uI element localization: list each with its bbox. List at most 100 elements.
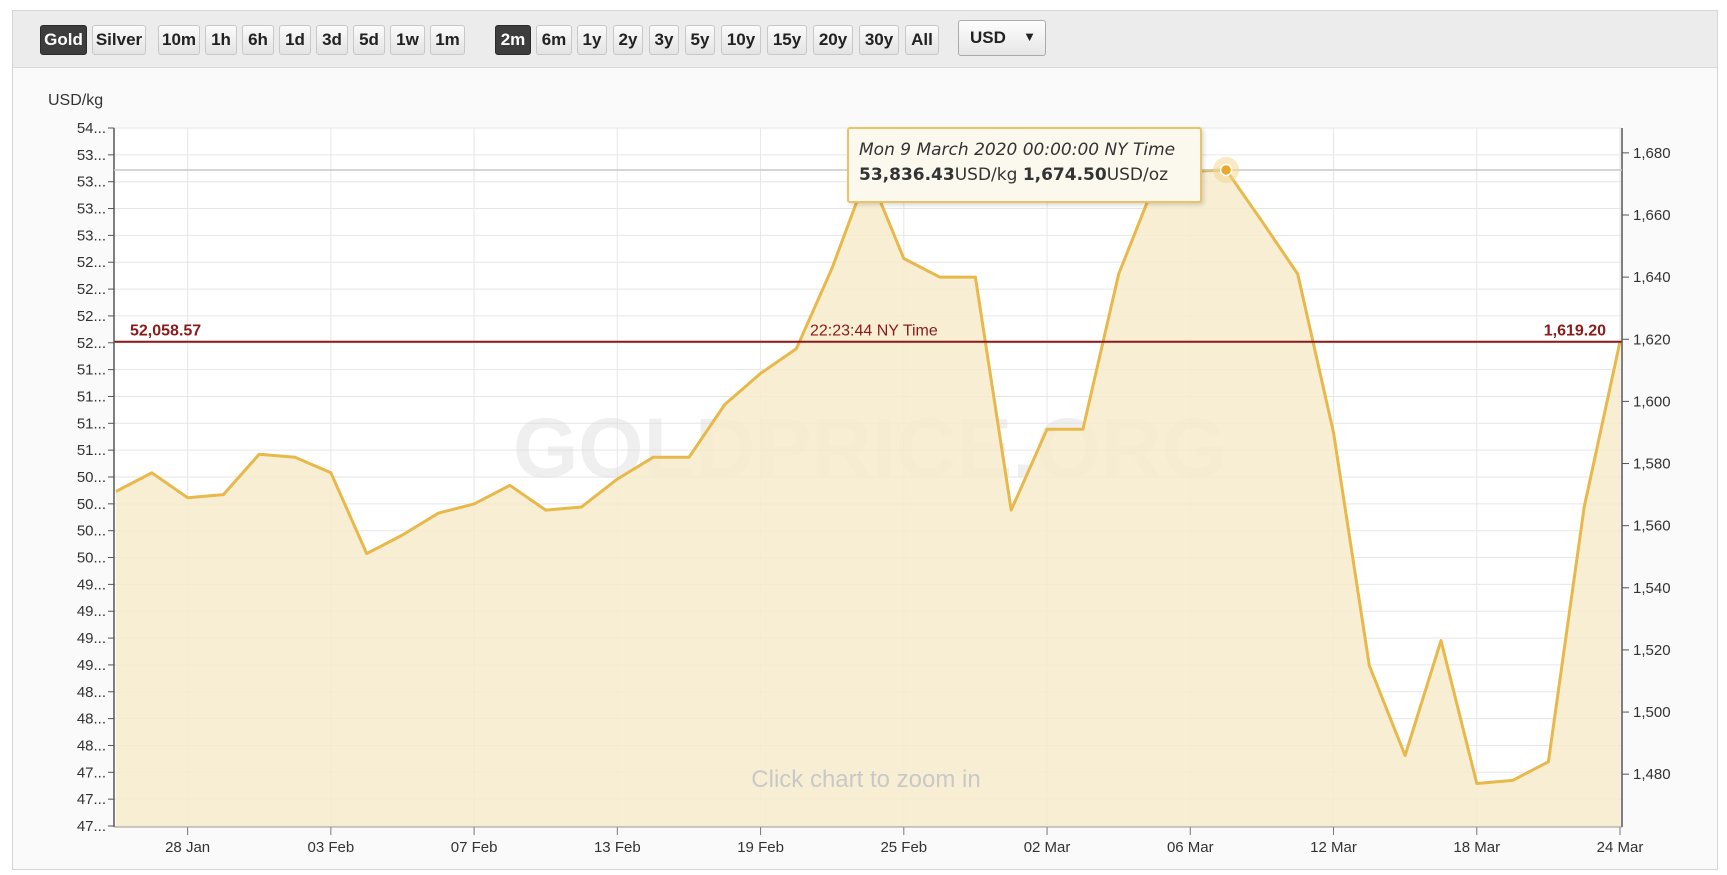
left-tick-label: 47... xyxy=(77,818,106,835)
left-tick-label: 47... xyxy=(77,791,106,808)
x-tick-label: 07 Feb xyxy=(451,839,498,856)
right-tick-label: 1,680 xyxy=(1633,145,1671,162)
x-tick-label: 28 Jan xyxy=(165,839,210,856)
left-tick-label: 49... xyxy=(77,657,106,674)
left-tick-label: 50... xyxy=(77,550,106,567)
left-tick-label: 49... xyxy=(77,603,106,620)
left-tick-label: 53... xyxy=(77,201,106,218)
left-tick-label: 47... xyxy=(77,764,106,781)
data-point xyxy=(1546,760,1550,764)
data-point xyxy=(902,256,906,260)
left-tick-label: 50... xyxy=(77,523,106,540)
x-tick-label: 24 Mar xyxy=(1597,839,1644,856)
x-axis: 28 Jan 03 Feb 07 Feb 13 Feb 19 Feb 25 Feb 02 M… xyxy=(165,827,1643,856)
data-point xyxy=(1009,508,1013,512)
tooltip-kg-value: 53,836.43 xyxy=(859,165,955,185)
data-point xyxy=(544,508,548,512)
x-tick-label: 03 Feb xyxy=(308,839,355,856)
x-tick-label: 19 Feb xyxy=(737,839,784,856)
x-tick-label: 25 Feb xyxy=(880,839,927,856)
data-point xyxy=(257,452,261,456)
data-point xyxy=(615,477,619,481)
data-point xyxy=(687,455,691,459)
data-point xyxy=(221,493,225,497)
data-point xyxy=(1117,272,1121,276)
right-tick-label: 1,480 xyxy=(1633,766,1671,783)
data-point xyxy=(973,275,977,279)
x-tick-label: 18 Mar xyxy=(1453,839,1500,856)
left-tick-label: 48... xyxy=(77,711,106,728)
right-axis: 1,680 1,660 1,640 1,620 1,600 1,580 1,560 1,540… xyxy=(1622,145,1671,783)
left-tick-label: 52... xyxy=(77,254,106,271)
right-tick-label: 1,620 xyxy=(1633,331,1671,348)
x-tick-label: 12 Mar xyxy=(1310,839,1357,856)
data-point xyxy=(794,347,798,351)
data-point xyxy=(472,502,476,506)
data-point xyxy=(365,552,369,556)
data-point xyxy=(938,275,942,279)
tooltip-values: 53,836.43USD/kg 1,674.50USD/oz xyxy=(859,165,1168,185)
right-tick-label: 1,520 xyxy=(1633,642,1671,659)
data-point xyxy=(1045,427,1049,431)
data-point xyxy=(1260,219,1264,223)
tooltip-oz-value: 1,674.50 xyxy=(1022,165,1107,185)
left-tick-label: 49... xyxy=(77,576,106,593)
right-tick-label: 1,540 xyxy=(1633,580,1671,597)
data-point xyxy=(1439,639,1443,643)
left-tick-label: 52... xyxy=(77,308,106,325)
tooltip-date: Mon 9 March 2020 00:00:00 NY Time xyxy=(859,140,1176,160)
x-tick-label: 06 Mar xyxy=(1167,839,1214,856)
right-tick-label: 1,500 xyxy=(1633,704,1671,721)
right-tick-label: 1,660 xyxy=(1633,207,1671,224)
left-tick-label: 52... xyxy=(77,281,106,298)
left-axis: 54... 53... 53... 53... 53... 52... 52... 52...… xyxy=(77,120,114,835)
left-axis-unit: USD/kg xyxy=(48,92,103,109)
left-tick-label: 53... xyxy=(77,147,106,164)
x-tick-label: 02 Mar xyxy=(1024,839,1071,856)
current-price-oz-label: 1,619.20 xyxy=(1544,323,1606,340)
current-time-label: 22:23:44 NY Time xyxy=(810,323,938,340)
left-tick-label: 51... xyxy=(77,362,106,379)
right-tick-label: 1,600 xyxy=(1633,393,1671,410)
left-tick-label: 53... xyxy=(77,227,106,244)
left-tick-label: 49... xyxy=(77,630,106,647)
price-tooltip: Mon 9 March 2020 00:00:00 NY Time 53,836… xyxy=(847,127,1202,203)
left-tick-label: 48... xyxy=(77,737,106,754)
left-tick-label: 53... xyxy=(77,174,106,191)
x-tick-label: 13 Feb xyxy=(594,839,641,856)
right-tick-label: 1,560 xyxy=(1633,518,1671,535)
data-point xyxy=(1296,272,1300,276)
left-tick-label: 48... xyxy=(77,684,106,701)
data-point xyxy=(508,483,512,487)
data-point xyxy=(1367,663,1371,667)
data-point xyxy=(580,505,584,509)
data-point xyxy=(1332,430,1336,434)
data-point xyxy=(723,402,727,406)
data-point xyxy=(1475,782,1479,786)
data-point xyxy=(186,496,190,500)
left-tick-label: 51... xyxy=(77,442,106,459)
data-point xyxy=(293,455,297,459)
data-point xyxy=(759,371,763,375)
current-price-kg-label: 52,058.57 xyxy=(130,323,201,340)
left-tick-label: 50... xyxy=(77,496,106,513)
left-tick-label: 52... xyxy=(77,335,106,352)
left-tick-label: 54... xyxy=(77,120,106,137)
data-point xyxy=(436,511,440,515)
data-point xyxy=(150,471,154,475)
data-point xyxy=(830,266,834,270)
data-point xyxy=(400,533,404,537)
right-tick-label: 1,580 xyxy=(1633,456,1671,473)
hover-point xyxy=(1219,163,1233,177)
left-tick-label: 51... xyxy=(77,415,106,432)
data-point xyxy=(651,455,655,459)
tooltip-oz-unit: USD/oz xyxy=(1106,165,1169,185)
data-point xyxy=(329,471,333,475)
zoom-hint: Click chart to zoom in xyxy=(751,766,980,793)
data-point xyxy=(1511,778,1515,782)
tooltip-kg-unit: USD/kg xyxy=(954,165,1018,185)
data-point xyxy=(1582,505,1586,509)
data-point xyxy=(1081,427,1085,431)
left-tick-label: 50... xyxy=(77,469,106,486)
left-tick-label: 51... xyxy=(77,388,106,405)
